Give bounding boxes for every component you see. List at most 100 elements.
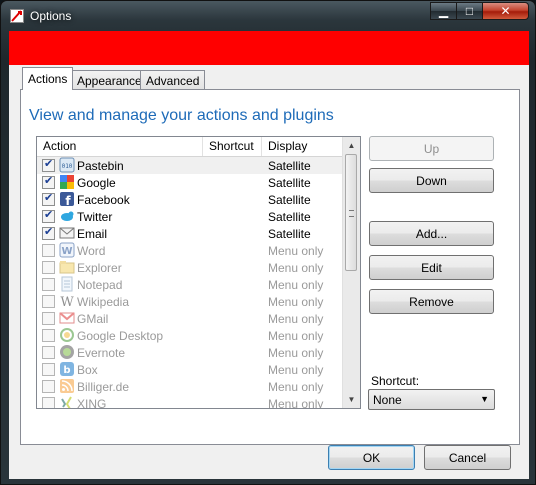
- enable-checkbox[interactable]: [42, 225, 55, 240]
- maximize-icon: □: [465, 4, 474, 18]
- action-name: Pastebin: [77, 159, 124, 173]
- action-display: Menu only: [268, 312, 324, 326]
- list-item[interactable]: Email Satellite: [37, 225, 343, 242]
- box-icon: b: [59, 361, 75, 377]
- enable-checkbox[interactable]: [42, 329, 55, 342]
- email-icon: [59, 225, 75, 241]
- column-header-display[interactable]: Display: [262, 137, 343, 156]
- column-header-shortcut[interactable]: Shortcut: [203, 137, 262, 156]
- shortcut-select[interactable]: None ▼: [368, 389, 495, 410]
- action-display: Menu only: [268, 261, 324, 275]
- action-name: Google Desktop: [77, 329, 164, 343]
- tab-advanced[interactable]: Advanced: [140, 70, 206, 89]
- action-display: Menu only: [268, 397, 324, 409]
- svg-text:W: W: [60, 295, 74, 309]
- up-button[interactable]: Up: [369, 136, 494, 161]
- list-item[interactable]: W Word Menu only: [37, 242, 343, 259]
- svg-text:010: 010: [62, 163, 73, 170]
- shortcut-value: None: [373, 393, 402, 407]
- enable-checkbox[interactable]: [42, 363, 55, 376]
- rss-icon: [59, 378, 75, 394]
- minimize-button[interactable]: ▁: [430, 2, 457, 20]
- scroll-thumb[interactable]: [345, 154, 357, 271]
- action-name: Word: [77, 244, 106, 258]
- column-header-action[interactable]: Action: [37, 137, 203, 156]
- enable-checkbox[interactable]: [42, 295, 55, 308]
- list-item[interactable]: f Facebook Satellite: [37, 191, 343, 208]
- facebook-icon: f: [59, 191, 75, 208]
- action-name: Billiger.de: [77, 380, 130, 394]
- enable-checkbox[interactable]: [42, 191, 55, 206]
- tab-actions-label: Actions: [28, 72, 68, 86]
- enable-checkbox[interactable]: [42, 261, 55, 274]
- ok-button[interactable]: OK: [328, 445, 415, 470]
- tab-actions[interactable]: Actions: [22, 67, 74, 90]
- shortcut-label: Shortcut:: [371, 374, 420, 388]
- enable-checkbox[interactable]: [42, 346, 55, 359]
- svg-text:f: f: [65, 194, 71, 207]
- action-name: Evernote: [77, 346, 126, 360]
- action-display: Menu only: [268, 380, 324, 394]
- edit-button[interactable]: Edit: [369, 255, 494, 280]
- add-button[interactable]: Add...: [369, 221, 494, 246]
- action-name: Email: [77, 227, 108, 241]
- evernote-icon: [59, 344, 75, 360]
- gmail-icon: [59, 310, 75, 326]
- title-bar[interactable]: Options ▁ □ ✕: [1, 1, 536, 31]
- pastebin-icon: 010: [59, 157, 75, 173]
- scroll-up-icon[interactable]: ▲: [343, 137, 360, 154]
- action-name: Explorer: [77, 261, 122, 275]
- scroll-down-icon[interactable]: ▼: [343, 391, 360, 408]
- action-name: Twitter: [77, 210, 113, 224]
- list-item[interactable]: b Box Menu only: [37, 361, 343, 378]
- down-button[interactable]: Down: [369, 168, 494, 193]
- remove-button[interactable]: Remove: [369, 289, 494, 314]
- action-name: Facebook: [77, 193, 130, 207]
- enable-checkbox[interactable]: [42, 380, 55, 393]
- action-display: Menu only: [268, 363, 324, 377]
- list-item[interactable]: Explorer Menu only: [37, 259, 343, 276]
- action-name: Google: [77, 176, 116, 190]
- google-desktop-icon: [59, 327, 75, 343]
- cancel-button[interactable]: Cancel: [424, 445, 511, 470]
- window-frame: Options ▁ □ ✕ Actions Appearance Advance…: [0, 0, 536, 485]
- enable-checkbox[interactable]: [42, 174, 55, 189]
- action-display: Menu only: [268, 295, 324, 309]
- list-item[interactable]: Google Desktop Menu only: [37, 327, 343, 344]
- list-item[interactable]: W Wikipedia Menu only: [37, 293, 343, 310]
- action-name: Box: [77, 363, 98, 377]
- enable-checkbox[interactable]: [42, 244, 55, 257]
- list-item[interactable]: 010 Pastebin Satellite: [37, 157, 343, 174]
- action-display: Satellite: [268, 159, 311, 173]
- list-item[interactable]: Notepad Menu only: [37, 276, 343, 293]
- enable-checkbox[interactable]: [42, 157, 55, 172]
- actions-list[interactable]: Action Shortcut Display 010 Pastebin Satel…: [36, 136, 361, 409]
- enable-checkbox[interactable]: [42, 397, 55, 408]
- enable-checkbox[interactable]: [42, 208, 55, 223]
- list-header: Action Shortcut Display: [37, 137, 343, 157]
- notepad-icon: [59, 276, 75, 292]
- list-item[interactable]: Evernote Menu only: [37, 344, 343, 361]
- tab-appearance[interactable]: Appearance: [71, 70, 148, 89]
- list-rows: 010 Pastebin Satellite Google Satellite f Face…: [37, 157, 343, 409]
- chevron-down-icon: ▼: [480, 394, 489, 404]
- minimize-icon: ▁: [438, 4, 449, 18]
- list-item[interactable]: GMail Menu only: [37, 310, 343, 327]
- list-item[interactable]: Google Satellite: [37, 174, 343, 191]
- google-icon: [59, 174, 75, 190]
- maximize-button[interactable]: □: [456, 2, 483, 20]
- action-display: Satellite: [268, 210, 311, 224]
- wikipedia-icon: W: [59, 293, 75, 310]
- twitter-icon: [59, 208, 75, 224]
- list-item[interactable]: XING Menu only: [37, 395, 343, 409]
- svg-text:b: b: [63, 365, 70, 376]
- list-item[interactable]: Billiger.de Menu only: [37, 378, 343, 395]
- list-item[interactable]: Twitter Satellite: [37, 208, 343, 225]
- enable-checkbox[interactable]: [42, 312, 55, 325]
- list-scrollbar[interactable]: ▲ ▼: [342, 137, 360, 408]
- close-icon: ✕: [500, 4, 511, 18]
- enable-checkbox[interactable]: [42, 278, 55, 291]
- close-button[interactable]: ✕: [482, 2, 529, 20]
- action-display: Satellite: [268, 227, 311, 241]
- action-name: GMail: [77, 312, 109, 326]
